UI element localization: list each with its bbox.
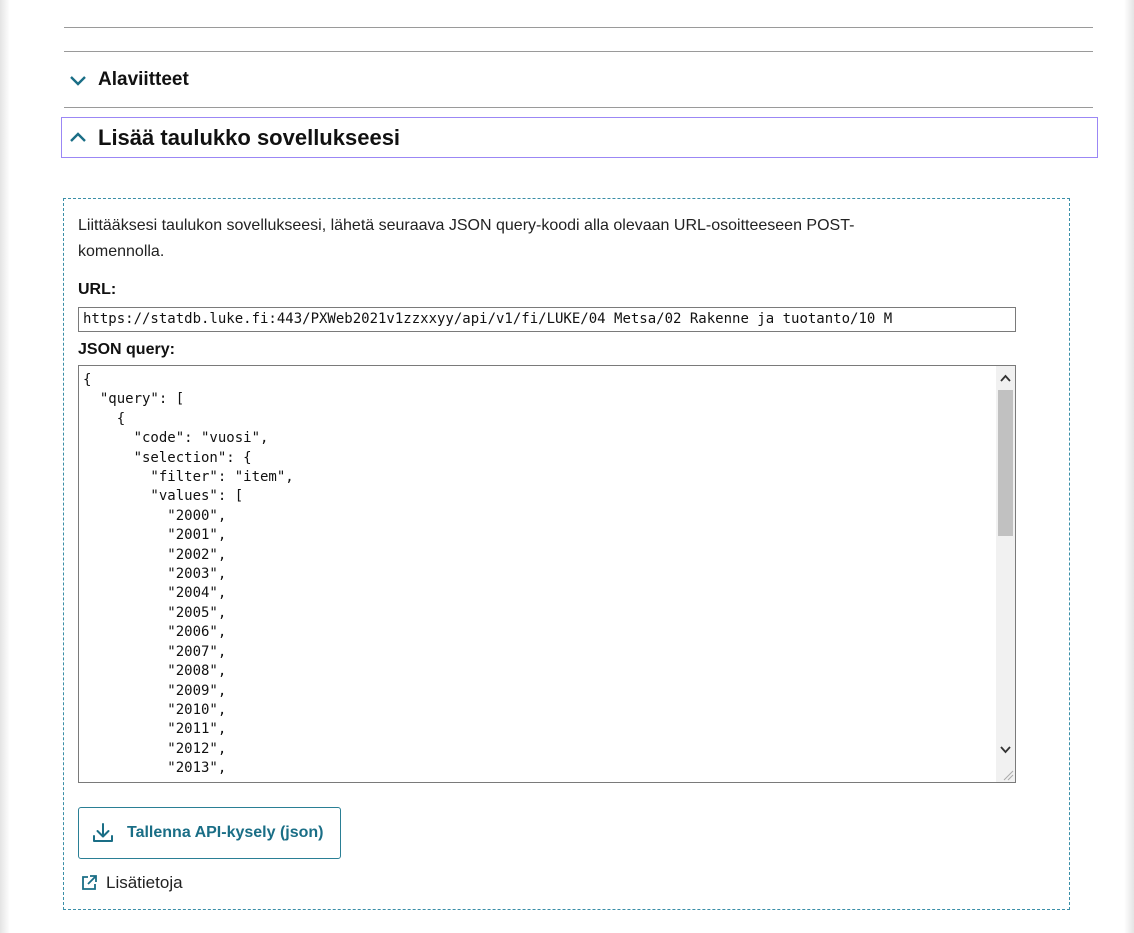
divider — [64, 51, 1093, 52]
save-api-query-button[interactable]: Tallenna API-kysely (json) — [78, 807, 341, 859]
accordion-footnotes-label: Alaviitteet — [98, 69, 189, 90]
save-button-label: Tallenna API-kysely (json) — [127, 824, 324, 841]
url-field[interactable]: https://statdb.luke.fi:443/PXWeb2021v1zz… — [78, 307, 1016, 332]
right-edge-shadow — [1124, 0, 1134, 933]
scrollbar-thumb[interactable] — [998, 390, 1013, 536]
divider — [64, 27, 1093, 28]
chevron-down-icon — [64, 74, 92, 86]
page: Alaviitteet Lisää taulukko sovellukseesi… — [0, 0, 1134, 933]
accordion-footnotes[interactable]: Alaviitteet — [64, 64, 1093, 96]
embed-panel: Liittääksesi taulukon sovellukseesi, läh… — [63, 198, 1070, 910]
resize-grip-icon[interactable] — [1000, 767, 1014, 781]
accordion-embed-label: Lisää taulukko sovellukseesi — [98, 124, 401, 150]
chevron-up-icon — [64, 131, 92, 144]
scroll-up-button[interactable] — [996, 368, 1015, 388]
instructions-line: komennolla. — [78, 243, 165, 260]
chevron-down-icon — [1000, 746, 1011, 754]
instructions-line: Liittääksesi taulukon sovellukseesi, läh… — [78, 217, 855, 234]
json-query-label: JSON query: — [78, 341, 175, 358]
more-info-label: Lisätietoja — [106, 873, 183, 892]
embed-instructions: Liittääksesi taulukon sovellukseesi, läh… — [78, 213, 1038, 265]
scroll-down-button[interactable] — [996, 740, 1015, 760]
left-edge-shadow — [0, 0, 10, 933]
chevron-up-icon — [1000, 374, 1011, 382]
download-icon — [93, 823, 113, 842]
accordion-embed-table[interactable]: Lisää taulukko sovellukseesi — [61, 117, 1098, 158]
divider — [64, 107, 1093, 108]
external-link-icon — [82, 875, 97, 890]
json-query-textarea[interactable]: { "query": [ { "code": "vuosi", "selecti… — [78, 365, 1016, 783]
url-label: URL: — [78, 281, 117, 298]
more-info-link[interactable]: Lisätietoja — [80, 873, 183, 893]
json-scrollbar[interactable] — [996, 366, 1015, 782]
json-query-text: { "query": [ { "code": "vuosi", "selecti… — [83, 372, 294, 777]
